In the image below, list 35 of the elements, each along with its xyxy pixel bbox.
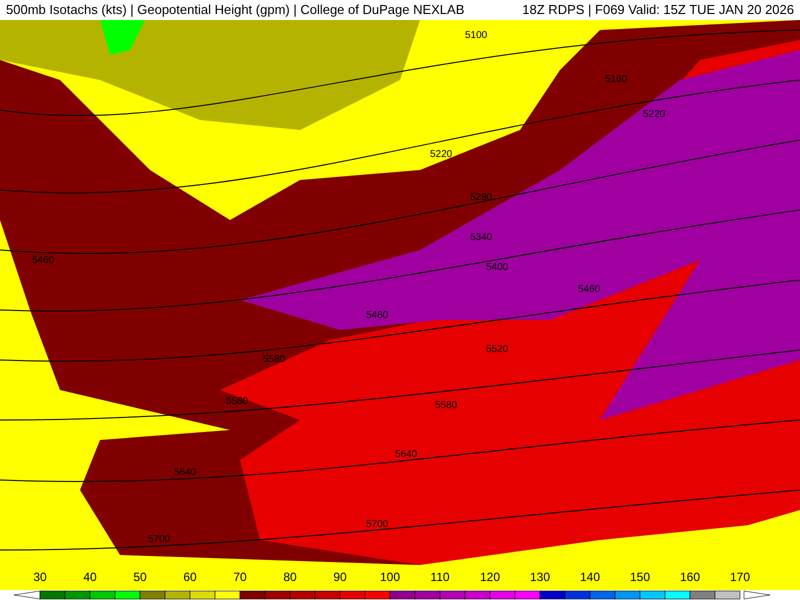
contour-label: 5580	[226, 396, 248, 407]
contour-label: 5580	[435, 400, 458, 411]
legend-label: 120	[478, 570, 502, 584]
legend-label: 110	[429, 570, 451, 584]
chart-title: 500mb Isotachs (kts) | Geopotential Height (gpm) | College of DuPage NEXLAB	[6, 1, 464, 20]
legend-label: 170	[728, 570, 752, 584]
legend-label: 30	[32, 570, 48, 584]
contour-label: 5280	[470, 192, 492, 203]
legend-label: 160	[678, 570, 702, 584]
legend-label: 40	[82, 570, 98, 584]
legend-label: 100	[378, 570, 402, 584]
contour-label: 5220	[643, 109, 666, 120]
contour-label: 5460	[578, 284, 600, 295]
legend-label: 140	[578, 570, 602, 584]
contour-label: 5400	[486, 262, 508, 273]
contour-label: 5700	[148, 534, 170, 545]
contour-label: 5220	[430, 149, 452, 160]
legend-label: 90	[332, 570, 348, 584]
contour-label: 5340	[470, 232, 492, 243]
legend-label: 80	[282, 570, 298, 584]
legend-label: 70	[232, 570, 248, 584]
contour-label: 5160	[605, 74, 628, 85]
model-run-label: 18Z RDPS | F069 Valid: 15Z TUE JAN 20 2026	[522, 1, 794, 20]
legend-label: 130	[528, 570, 552, 584]
contour-label: 5460	[366, 310, 388, 321]
contour-label: 5640	[174, 467, 196, 478]
contour-label: 5460	[32, 255, 54, 266]
legend-label: 150	[628, 570, 652, 584]
legend-label: 50	[132, 570, 148, 584]
legend-label: 60	[182, 570, 198, 584]
contour-label: 5700	[366, 519, 388, 530]
contour-label: 5100	[465, 30, 488, 41]
contour-label: 5580	[263, 354, 286, 365]
contour-label: 5520	[486, 344, 508, 355]
contour-label: 5640	[395, 449, 418, 460]
